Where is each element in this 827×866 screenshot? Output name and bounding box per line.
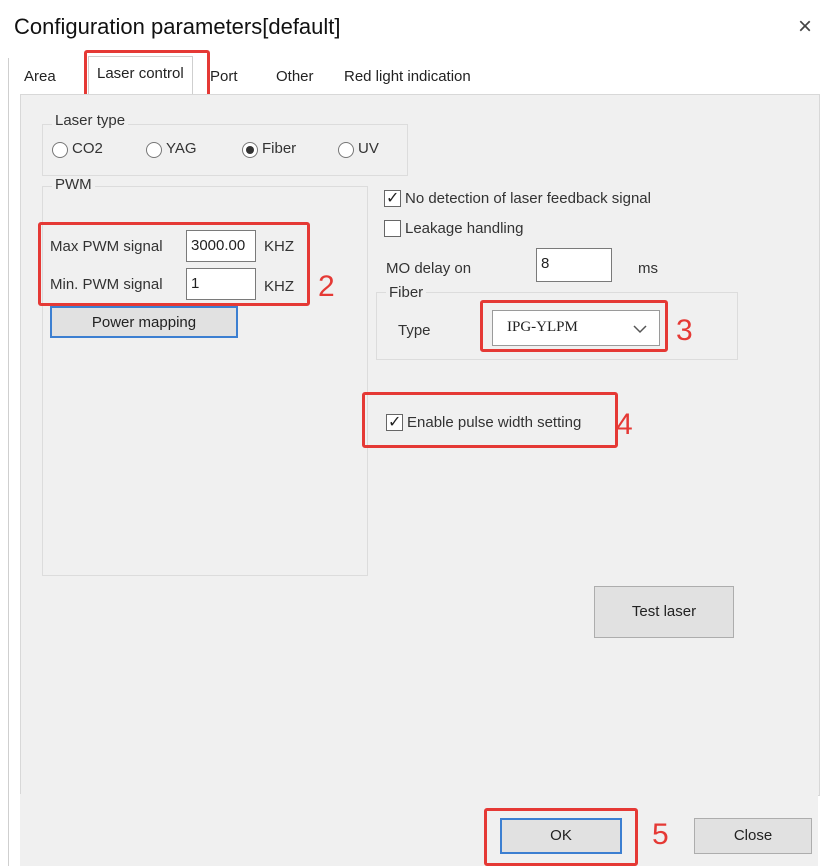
tab-other[interactable]: Other — [276, 60, 314, 94]
radio-fiber[interactable] — [242, 142, 258, 158]
leakage-checkbox[interactable] — [384, 220, 401, 237]
mo-delay-unit: ms — [638, 260, 658, 277]
highlight-box-5 — [484, 808, 638, 866]
annotation-3: 3 — [676, 314, 693, 347]
annotation-4: 4 — [616, 408, 633, 441]
laser-type-label: Laser type — [52, 112, 129, 129]
test-laser-button[interactable]: Test laser — [594, 586, 734, 638]
radio-co2[interactable] — [52, 142, 68, 158]
radio-yag[interactable] — [146, 142, 162, 158]
highlight-box-1 — [84, 50, 210, 98]
tab-port[interactable]: Port — [210, 60, 238, 94]
mo-delay-input[interactable]: 8 — [536, 248, 612, 282]
highlight-box-4 — [362, 392, 618, 448]
close-button[interactable]: Close — [694, 818, 812, 854]
annotation-2: 2 — [318, 270, 335, 303]
leakage-label: Leakage handling — [405, 220, 524, 237]
no-detection-label: No detection of laser feedback signal — [405, 190, 651, 207]
fiber-label: Fiber — [386, 284, 427, 301]
power-mapping-button[interactable]: Power mapping — [50, 306, 238, 338]
tab-area[interactable]: Area — [24, 60, 56, 94]
radio-co2-label: CO2 — [72, 140, 103, 157]
pwm-label: PWM — [52, 176, 95, 193]
annotation-5: 5 — [652, 818, 669, 851]
highlight-box-2 — [38, 222, 310, 306]
dialog-title: Configuration parameters[default] — [14, 14, 341, 39]
radio-uv-label: UV — [358, 140, 379, 157]
mo-delay-label: MO delay on — [386, 260, 472, 277]
no-detection-checkbox[interactable] — [384, 188, 401, 207]
radio-uv[interactable] — [338, 142, 354, 158]
close-icon[interactable]: × — [790, 12, 820, 42]
fiber-type-label: Type — [398, 322, 431, 339]
laser-type-options: CO2 YAG Fiber UV — [52, 140, 402, 160]
highlight-box-3 — [480, 300, 668, 352]
radio-yag-label: YAG — [166, 140, 197, 157]
radio-fiber-label: Fiber — [262, 140, 297, 157]
tab-red-light-indication[interactable]: Red light indication — [344, 60, 471, 94]
